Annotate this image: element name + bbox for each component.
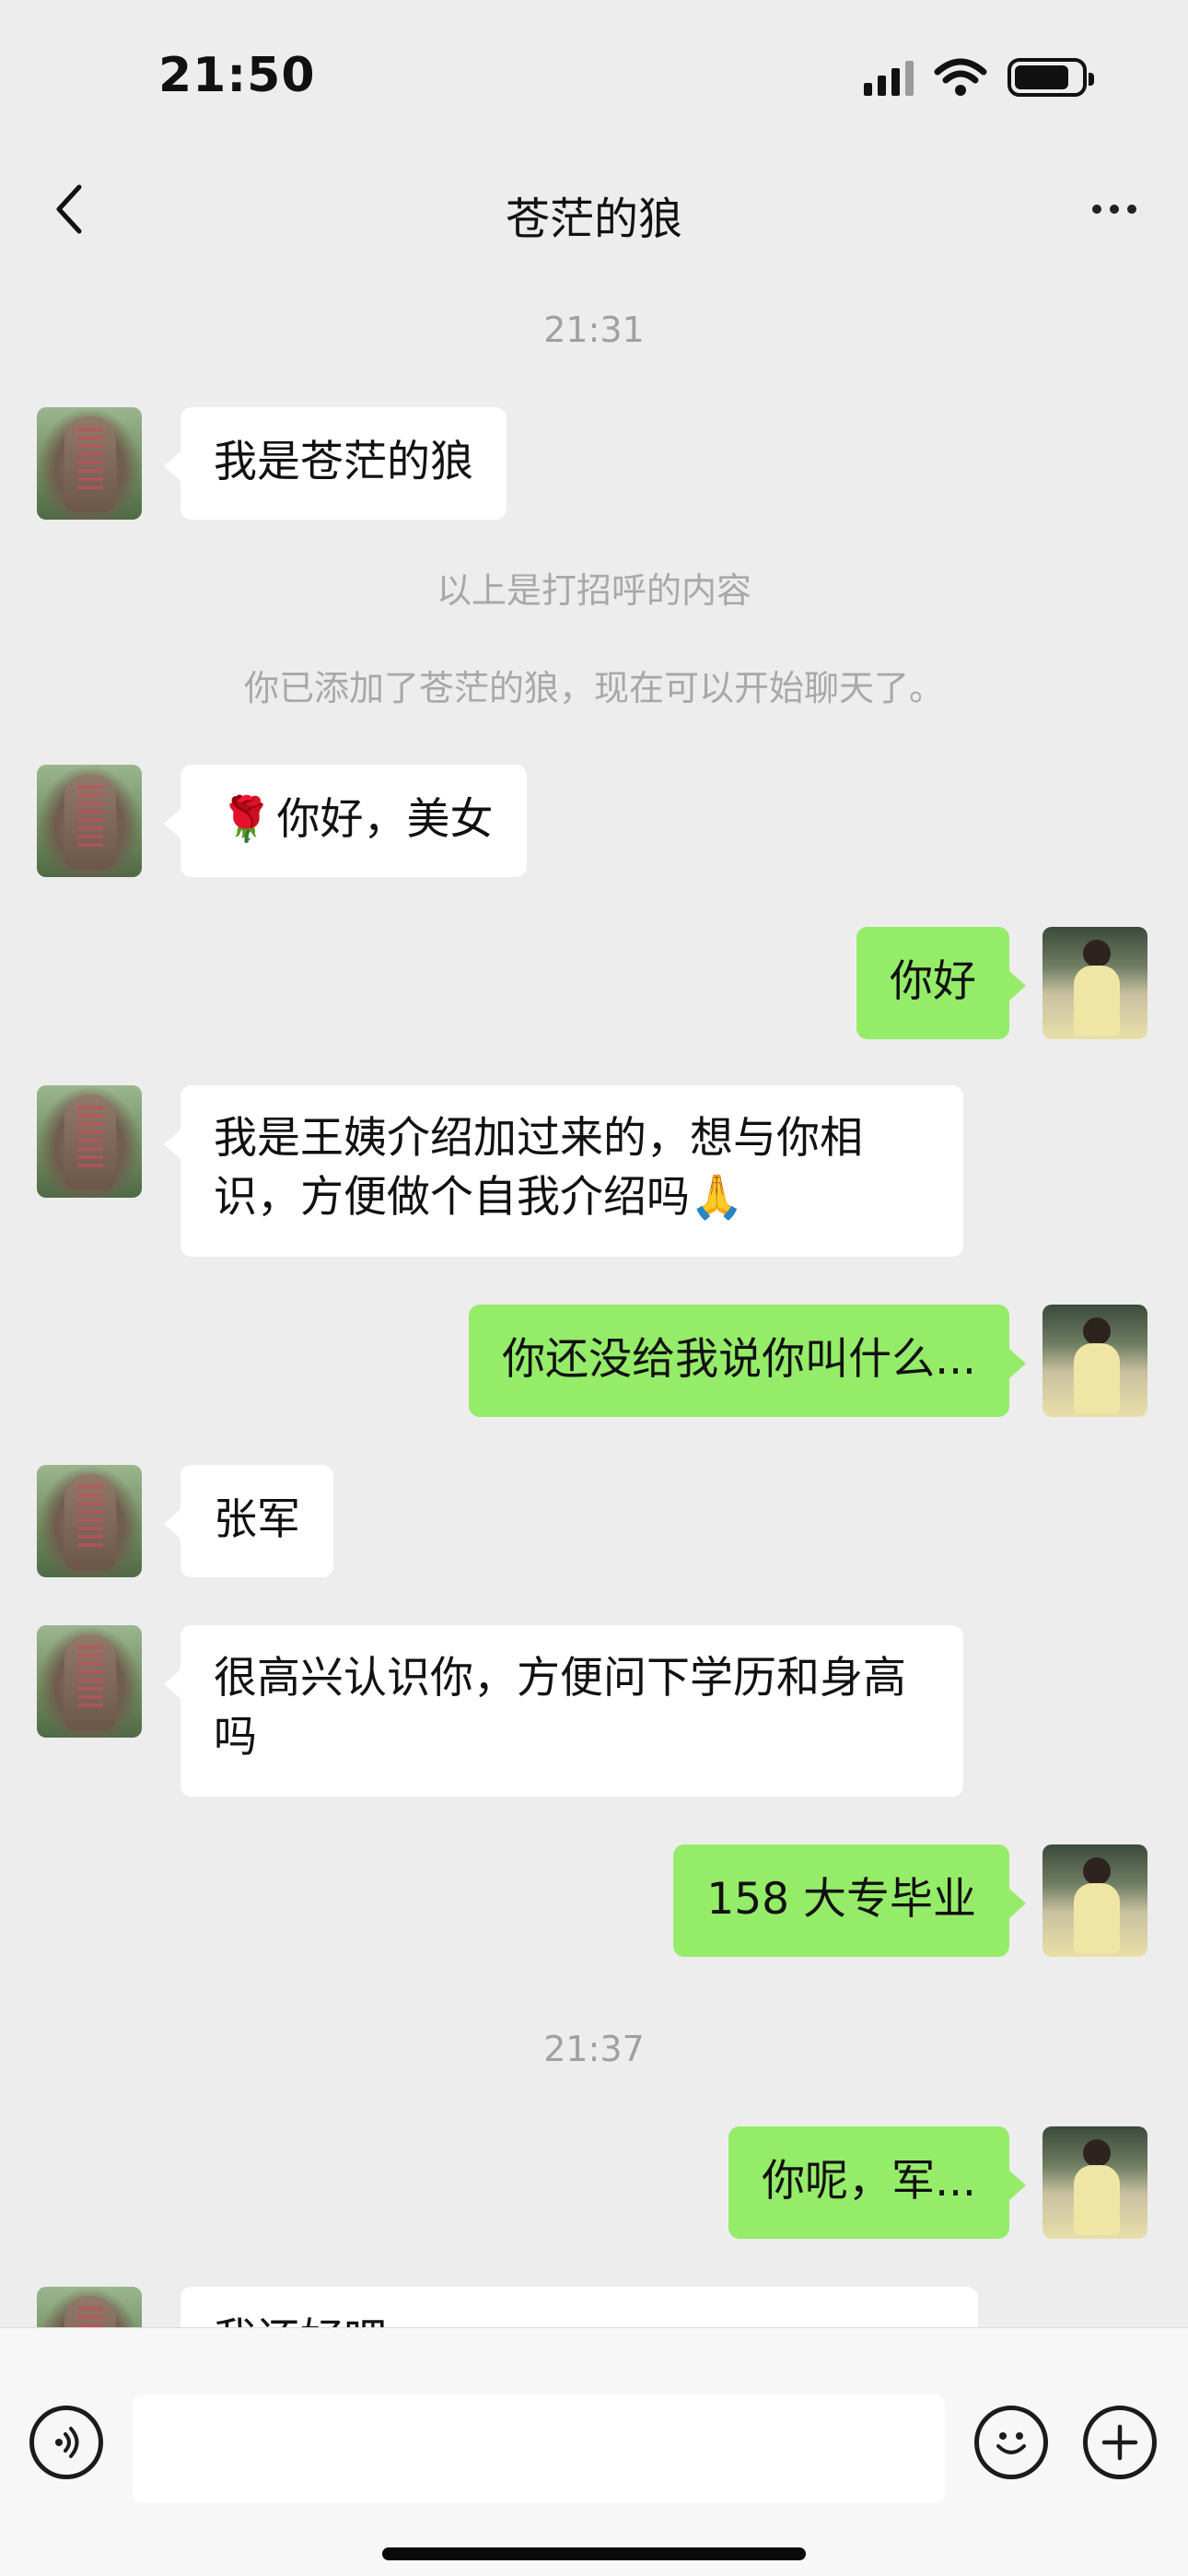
contact-avatar[interactable]: [37, 1625, 142, 1738]
message-text: 158 大专毕业: [706, 1874, 976, 1925]
more-icon: [1092, 205, 1101, 214]
cellular-signal-icon: [864, 59, 914, 96]
message-bubble-incoming[interactable]: 很高兴认识你，方便问下学历和身高吗: [164, 1625, 963, 1797]
emoji-button[interactable]: [974, 2406, 1048, 2479]
message-list[interactable]: 21:31 我是苍茫的狼 以上是打招呼的内容 你已添加了苍茫的狼，现在可以开始聊…: [0, 267, 1188, 2327]
message-text: 我还好吧，...: [214, 2314, 472, 2327]
my-avatar[interactable]: [1042, 1844, 1147, 1957]
message-bubble-outgoing[interactable]: 你还没给我说你叫什么...: [469, 1305, 1026, 1417]
message-text: 我是王姨介绍加过来的，想与你相识，方便做个自我介绍吗: [214, 1113, 863, 1223]
timestamp: 21:37: [543, 2029, 645, 2069]
more-button[interactable]: [1077, 177, 1151, 241]
message-text: 你好: [890, 956, 976, 1007]
my-avatar[interactable]: [1042, 1305, 1147, 1417]
message-text: 张军: [214, 1494, 300, 1545]
message-text: 很高兴认识你，方便问下学历和身高吗: [214, 1653, 906, 1762]
message-bubble-outgoing[interactable]: 158 大专毕业: [673, 1844, 1026, 1957]
my-avatar[interactable]: [1042, 927, 1147, 1039]
message-bubble-incoming[interactable]: 🌹你好，美女: [164, 765, 527, 877]
message-bubble-outgoing[interactable]: 你好: [856, 927, 1026, 1039]
contact-avatar[interactable]: [37, 765, 142, 877]
message-bubble-outgoing[interactable]: 你呢，军...: [728, 2126, 1026, 2239]
chat-title: 苍茫的狼: [505, 193, 682, 245]
message-input[interactable]: [133, 2395, 945, 2503]
message-text: 你好，美女: [276, 794, 494, 845]
status-time: 21:50: [158, 48, 316, 103]
message-text: 你呢，军...: [762, 2156, 976, 2207]
wifi-icon: [934, 58, 987, 96]
message-bubble-incoming[interactable]: 我是王姨介绍加过来的，想与你相识，方便做个自我介绍吗🙏: [164, 1085, 963, 1257]
message-bubble-incoming[interactable]: 我还好吧，...: [181, 2287, 978, 2327]
input-bar: [0, 2327, 1188, 2576]
voice-icon: [55, 2427, 79, 2458]
plus-button[interactable]: [1083, 2406, 1157, 2479]
message-bubble-incoming[interactable]: 我是苍茫的狼: [164, 407, 507, 520]
contact-avatar[interactable]: [37, 407, 142, 520]
emoji-icon: [996, 2432, 1026, 2454]
message-text: 你还没给我说你叫什么...: [502, 1334, 976, 1385]
my-avatar[interactable]: [1042, 2126, 1147, 2239]
status-bar: 21:50: [0, 0, 1188, 157]
timestamp: 21:31: [543, 310, 645, 350]
status-icons: [864, 57, 1094, 98]
battery-icon: [1007, 58, 1094, 97]
chat-screen: 21:50 苍茫的狼 21:31 我是苍茫的狼 以上是打招呼的内容 你已添加了苍…: [0, 0, 1188, 2576]
rose-icon: 🌹: [219, 794, 274, 845]
contact-avatar[interactable]: [37, 2287, 142, 2327]
message-text: 我是苍茫的狼: [214, 437, 473, 487]
voice-button[interactable]: [29, 2406, 103, 2479]
contact-avatar[interactable]: [37, 1085, 142, 1198]
contact-avatar[interactable]: [37, 1465, 142, 1577]
nav-bar: 苍茫的狼: [0, 157, 1188, 267]
system-note: 以上是打招呼的内容: [436, 570, 751, 611]
pray-hands-icon: 🙏: [690, 1172, 744, 1223]
message-bubble-incoming[interactable]: 张军: [164, 1465, 333, 1577]
home-indicator[interactable]: [382, 2547, 806, 2560]
plus-icon: [1101, 2424, 1138, 2461]
system-note: 你已添加了苍茫的狼，现在可以开始聊天了。: [243, 668, 944, 708]
